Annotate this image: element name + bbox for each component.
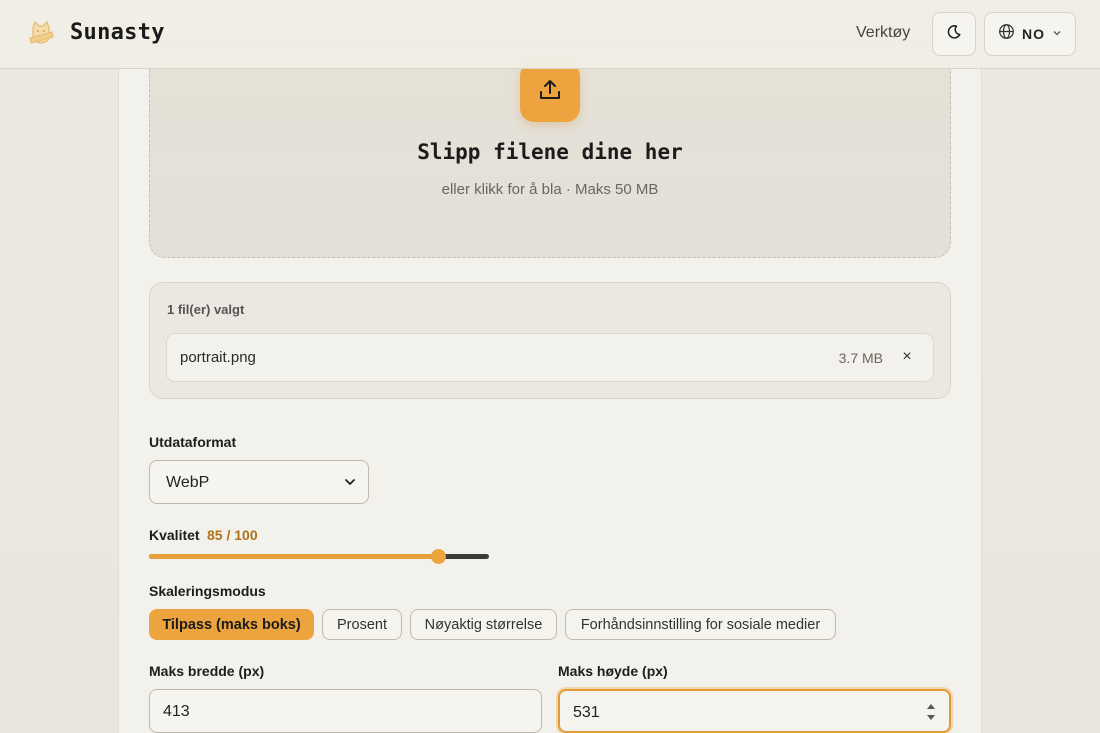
sunasty-logo-icon[interactable] [26, 18, 56, 48]
dropzone-subtitle: eller klikk for å bla · Maks 50 MB [441, 181, 659, 198]
output-format-select[interactable]: WebP [149, 460, 369, 504]
max-height-label: Maks høyde (px) [558, 663, 668, 679]
language-code: NO [1022, 26, 1045, 42]
file-name: portrait.png [180, 349, 256, 366]
max-width-input[interactable]: 413 [149, 689, 542, 733]
output-format-value: WebP [166, 474, 210, 491]
output-format-label: Utdataformat [149, 434, 237, 450]
chevron-down-icon [1052, 25, 1062, 43]
upload-button[interactable] [520, 62, 580, 122]
max-width-label: Maks bredde (px) [149, 663, 265, 679]
scaling-mode-percent-button[interactable]: Prosent [322, 609, 402, 640]
number-spinner-icon[interactable] [925, 701, 937, 728]
quality-label: Kvalitet [149, 527, 200, 543]
brand-name[interactable]: Sunasty [70, 20, 165, 45]
max-width-value: 413 [163, 703, 190, 720]
moon-icon [946, 24, 962, 45]
scaling-mode-fit-button[interactable]: Tilpass (maks boks) [149, 609, 314, 640]
nav-link-tools[interactable]: Verktøy [856, 24, 910, 42]
language-selector-button[interactable]: NO [984, 12, 1076, 56]
dropzone-title: Slipp filene dine her [417, 140, 683, 164]
scaling-mode-social-preset-button[interactable]: Forhåndsinnstilling for sosiale medier [565, 609, 836, 640]
scaling-mode-exact-button[interactable]: Nøyaktig størrelse [410, 609, 557, 640]
scaling-mode-label: Skaleringsmodus [149, 583, 266, 599]
selected-files-count: 1 fil(er) valgt [167, 302, 245, 317]
quality-slider-fill [149, 554, 438, 559]
quality-slider[interactable] [149, 549, 489, 564]
chevron-down-icon [344, 475, 356, 494]
file-list-item: portrait.png 3.7 MB × [166, 333, 934, 382]
quality-slider-thumb[interactable] [431, 549, 446, 564]
max-height-value: 531 [573, 704, 600, 721]
upload-icon [537, 77, 563, 108]
remove-file-button[interactable]: × [897, 347, 917, 367]
globe-icon [998, 23, 1015, 45]
max-height-input[interactable]: 531 [558, 689, 951, 733]
quality-value: 85 / 100 [207, 527, 258, 543]
file-size: 3.7 MB [838, 350, 883, 366]
theme-toggle-button[interactable] [932, 12, 976, 56]
top-nav-bar: Sunasty Verktøy NO [0, 0, 1100, 69]
